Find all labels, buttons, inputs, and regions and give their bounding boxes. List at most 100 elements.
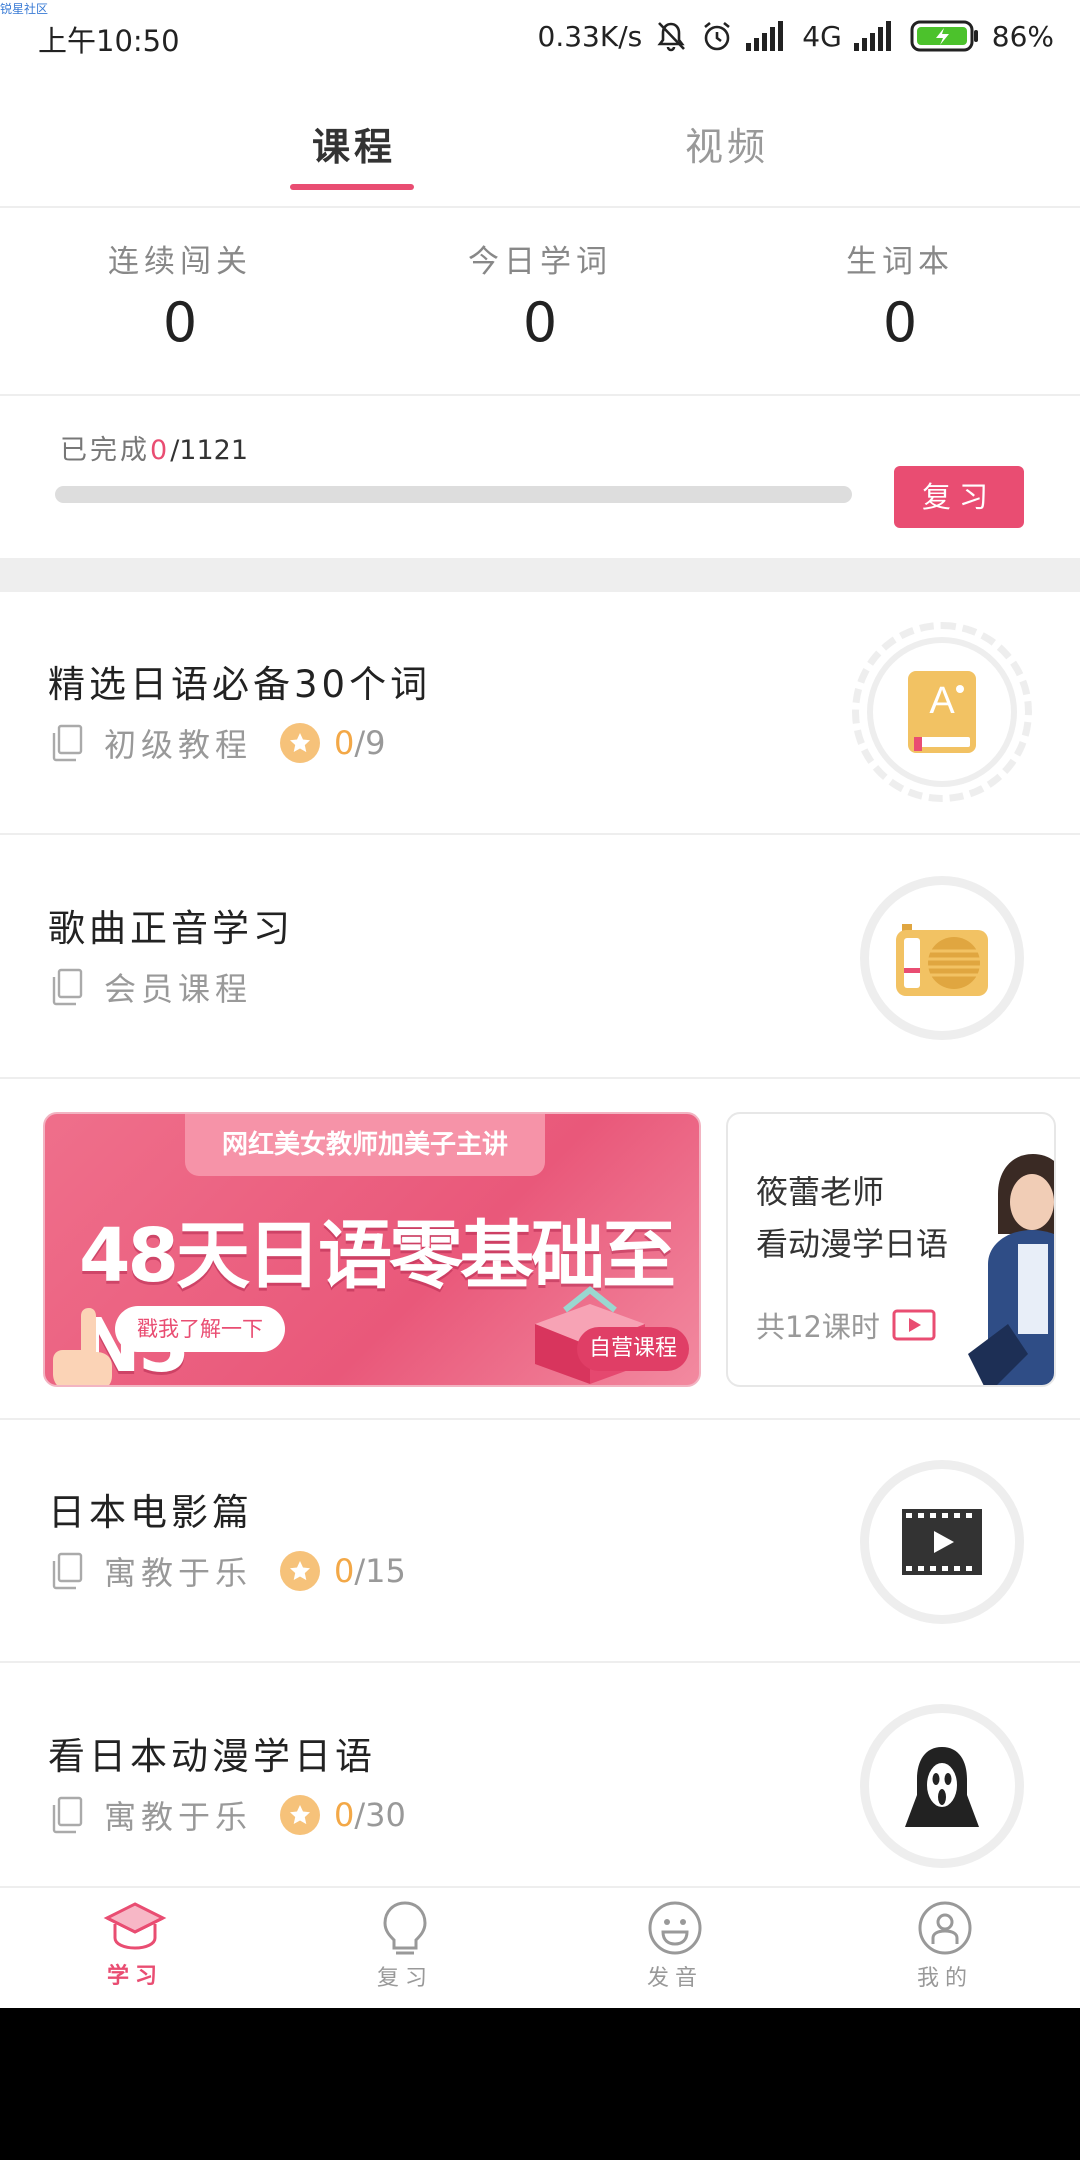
course-card[interactable]: 歌曲正音学习 会员课程 bbox=[0, 836, 1080, 1079]
section-divider bbox=[0, 558, 1080, 592]
banner-tag: 自营课程 bbox=[576, 1327, 689, 1371]
svg-text:A: A bbox=[929, 680, 955, 722]
system-nav-area bbox=[0, 2008, 1080, 2160]
course-card[interactable]: 日本电影篇 寓教于乐 0/15 bbox=[0, 1420, 1080, 1663]
film-play-icon bbox=[902, 1509, 982, 1575]
progress-block: 已完成0/1121 复习 bbox=[0, 398, 1080, 558]
side-line-1: 筱蕾老师 bbox=[756, 1173, 885, 1211]
course-type: 寓教于乐 bbox=[104, 1798, 253, 1836]
teacher-photo bbox=[968, 1154, 1054, 1385]
active-tab-indicator bbox=[290, 184, 414, 190]
course-type: 寓教于乐 bbox=[104, 1554, 253, 1592]
course-thumb bbox=[860, 1460, 1024, 1624]
progress-done: 0 bbox=[150, 435, 171, 466]
promo-banner-row: 网红美女教师加美子主讲 48天日语零基础至N5 戳我了解一下 自营课程 筱蕾老师… bbox=[0, 1080, 1080, 1420]
stat-streak[interactable]: 连续闯关 0 bbox=[30, 236, 330, 354]
stat-label: 连续闯关 bbox=[108, 244, 252, 280]
nav-study[interactable]: 学习 bbox=[75, 1900, 195, 1990]
nav-review[interactable]: 复习 bbox=[345, 1900, 465, 1992]
stats-panel: 连续闯关 0 今日学词 0 生词本 0 bbox=[0, 210, 1080, 396]
stat-today-words[interactable]: 今日学词 0 bbox=[390, 236, 690, 354]
stat-label: 今日学词 bbox=[468, 244, 612, 280]
tab-video[interactable]: 视频 bbox=[685, 116, 769, 171]
course-meta: 寓教于乐 0/15 bbox=[50, 1548, 406, 1594]
promo-banner-main[interactable]: 网红美女教师加美子主讲 48天日语零基础至N5 戳我了解一下 自营课程 bbox=[43, 1112, 701, 1387]
review-button[interactable]: 复习 bbox=[894, 466, 1024, 528]
side-lessons: 共12课时 bbox=[756, 1304, 936, 1346]
status-icons: 0.33K/s 4G 86% bbox=[538, 16, 1054, 56]
progress-bar bbox=[55, 486, 852, 503]
course-count-done: 0 bbox=[334, 1796, 355, 1834]
signal-2-icon bbox=[853, 21, 898, 51]
star-icon bbox=[280, 1795, 321, 1835]
battery-level: 86% bbox=[991, 19, 1054, 53]
signal-icon bbox=[746, 21, 790, 51]
course-meta: 初级教程 0/9 bbox=[50, 720, 386, 766]
play-icon bbox=[892, 1309, 936, 1341]
course-thumb bbox=[860, 1704, 1024, 1868]
side-teacher: 筱蕾老师 看动漫学日语 bbox=[756, 1166, 948, 1270]
course-meta: 寓教于乐 0/30 bbox=[50, 1792, 406, 1838]
course-card[interactable]: 精选日语必备30个词 初级教程 0/9 A bbox=[0, 592, 1080, 835]
copy-icon bbox=[52, 1796, 83, 1834]
course-count-total: /9 bbox=[354, 724, 386, 762]
course-meta: 会员课程 bbox=[50, 964, 252, 1010]
banner-top-label: 网红美女教师加美子主讲 bbox=[185, 1114, 545, 1176]
copy-icon bbox=[52, 1552, 83, 1590]
user-icon bbox=[918, 1901, 972, 1955]
scream-mask-icon bbox=[905, 1747, 979, 1827]
progress-text: 已完成0/1121 bbox=[60, 428, 248, 467]
copy-icon bbox=[52, 968, 83, 1006]
star-icon bbox=[280, 1551, 321, 1591]
course-title: 精选日语必备30个词 bbox=[48, 663, 432, 706]
promo-banner-side[interactable]: 筱蕾老师 看动漫学日语 共12课时 bbox=[726, 1112, 1056, 1387]
course-thumb: A bbox=[852, 622, 1032, 802]
course-title: 看日本动漫学日语 bbox=[48, 1735, 376, 1778]
course-type: 会员课程 bbox=[104, 970, 253, 1008]
course-card[interactable]: 看日本动漫学日语 寓教于乐 0/30 bbox=[0, 1664, 1080, 1907]
copy-icon bbox=[52, 724, 83, 762]
bottom-nav: 学习 复习 发音 我的 bbox=[0, 1886, 1080, 2008]
lessons-count: 共12课时 bbox=[756, 1310, 880, 1344]
course-thumb bbox=[860, 876, 1024, 1040]
course-title: 歌曲正音学习 bbox=[48, 907, 294, 950]
course-count-total: /30 bbox=[354, 1796, 406, 1834]
status-time: 上午10:50 bbox=[38, 24, 180, 58]
book-a-icon: A bbox=[908, 671, 976, 753]
alarm-icon bbox=[700, 19, 734, 53]
top-tabs: 课程 视频 bbox=[0, 100, 1080, 208]
battery-icon bbox=[910, 19, 980, 53]
progress-prefix: 已完成 bbox=[60, 435, 150, 466]
stat-value: 0 bbox=[882, 291, 918, 354]
pointing-hand-icon bbox=[53, 1308, 112, 1385]
nav-pronunciation[interactable]: 发音 bbox=[615, 1900, 735, 1992]
app-screen: 锐星社区 上午10:50 0.33K/s 4G 86% 课程 视频 连续闯关 0… bbox=[0, 0, 1080, 2008]
nav-profile[interactable]: 我的 bbox=[885, 1900, 1005, 1992]
stat-label: 生词本 bbox=[846, 244, 954, 280]
course-type: 初级教程 bbox=[104, 726, 253, 764]
graduation-cap-icon bbox=[103, 1902, 167, 1950]
smile-icon bbox=[648, 1901, 702, 1955]
course-count-total: /15 bbox=[354, 1552, 406, 1590]
nav-label: 复习 bbox=[376, 1966, 433, 1991]
stat-value: 0 bbox=[522, 291, 558, 354]
mute-icon bbox=[654, 19, 688, 53]
course-count-done: 0 bbox=[334, 1552, 355, 1590]
nav-label: 我的 bbox=[916, 1966, 973, 1991]
network-type: 4G bbox=[802, 19, 842, 53]
status-bar: 上午10:50 0.33K/s 4G 86% bbox=[0, 0, 1080, 74]
banner-cta[interactable]: 戳我了解一下 bbox=[115, 1306, 285, 1352]
nav-label: 发音 bbox=[646, 1966, 703, 1991]
radio-icon bbox=[896, 924, 988, 996]
lightbulb-icon bbox=[383, 1901, 427, 1955]
side-line-2: 看动漫学日语 bbox=[756, 1225, 949, 1263]
course-title: 日本电影篇 bbox=[48, 1491, 253, 1534]
nav-label: 学习 bbox=[106, 1964, 163, 1989]
tab-course[interactable]: 课程 bbox=[312, 116, 396, 171]
star-icon bbox=[280, 723, 321, 763]
network-speed: 0.33K/s bbox=[537, 19, 643, 53]
progress-total: /1121 bbox=[170, 435, 248, 466]
stat-vocab-book[interactable]: 生词本 0 bbox=[750, 236, 1050, 354]
course-count-done: 0 bbox=[334, 724, 355, 762]
stat-value: 0 bbox=[162, 291, 198, 354]
